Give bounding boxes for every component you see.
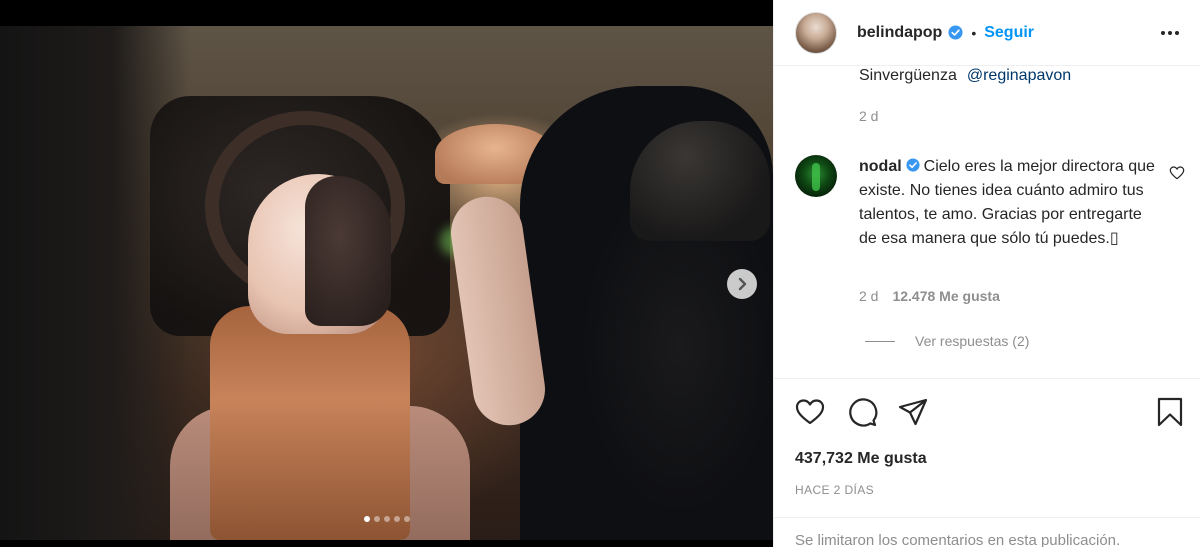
carousel-next-button[interactable]	[727, 269, 757, 299]
post-timestamp[interactable]: HACE 2 DÍAS	[795, 483, 874, 497]
verified-badge-icon	[948, 25, 963, 40]
post-likes-count[interactable]: 437,732 Me gusta	[795, 450, 927, 468]
carousel-dot	[393, 516, 400, 522]
post-side-panel: belindapop • Seguir Sinvergüenza @reginap…	[773, 0, 1200, 547]
more-options-button[interactable]	[1159, 22, 1181, 44]
verified-badge-icon	[906, 158, 920, 172]
comment-meta: 2 d 12.478 Me gusta	[859, 288, 1000, 304]
author-avatar[interactable]	[795, 11, 837, 54]
comments-area[interactable]: Sinvergüenza @reginapavon 2 d nodal Cielo …	[774, 67, 1200, 377]
comments-limited-notice: Se limitaron los comentarios en esta pub…	[774, 517, 1200, 547]
chevron-right-icon	[738, 277, 747, 291]
post-media	[0, 0, 773, 547]
carousel-dot	[383, 516, 390, 522]
header-separator: •	[971, 24, 977, 41]
post-photo[interactable]	[0, 26, 773, 540]
author-username[interactable]: belindapop	[857, 24, 942, 42]
more-options-icon	[1161, 31, 1179, 35]
caption-timestamp[interactable]: 2 d	[859, 108, 878, 124]
post-action-bar	[774, 378, 1200, 444]
heart-icon[interactable]	[794, 396, 826, 428]
commenter-avatar[interactable]	[795, 155, 837, 197]
view-replies-button[interactable]: Ver respuestas (2)	[865, 333, 1029, 349]
photo-person-hair	[210, 306, 410, 540]
bookmark-icon[interactable]	[1154, 396, 1186, 428]
photo-cap-back	[305, 176, 391, 326]
comment-body: nodal Cielo eres la mejor directora que e…	[859, 155, 1159, 251]
caption-mention-link[interactable]: @reginapavon	[967, 67, 1071, 84]
comment-icon[interactable]	[846, 396, 878, 428]
caption-text-tail: Sinvergüenza	[859, 67, 957, 84]
comment-text: Cielo eres la mejor directora que existe…	[859, 158, 1155, 247]
commenter-username[interactable]: nodal	[859, 158, 902, 175]
post-header: belindapop • Seguir	[774, 0, 1200, 66]
carousel-indicator	[0, 516, 773, 522]
comment-likes-count[interactable]: 12.478 Me gusta	[892, 288, 999, 304]
caption-text: Sinvergüenza @reginapavon	[859, 67, 1071, 85]
carousel-dot	[363, 516, 370, 522]
share-icon[interactable]	[897, 396, 929, 428]
follow-button[interactable]: Seguir	[984, 24, 1034, 42]
carousel-dot	[373, 516, 380, 522]
carousel-dot	[403, 516, 410, 522]
replies-divider-line	[865, 340, 895, 342]
comment-timestamp[interactable]: 2 d	[859, 288, 878, 304]
view-replies-label: Ver respuestas (2)	[915, 333, 1030, 349]
comment-like-heart-icon[interactable]	[1169, 165, 1185, 181]
